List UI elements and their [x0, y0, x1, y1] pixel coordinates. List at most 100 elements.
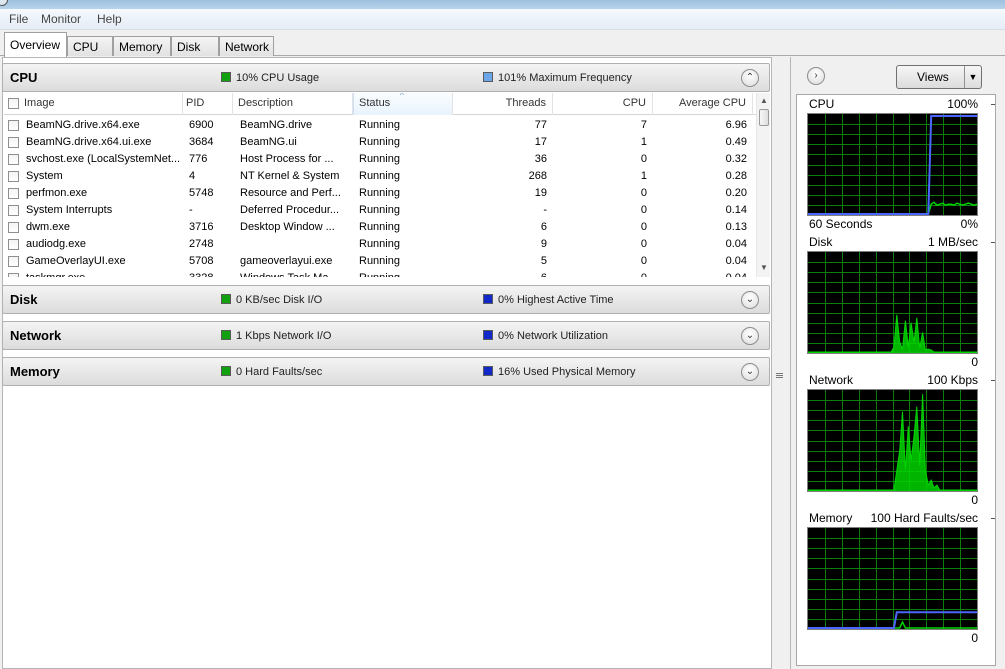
series-area [808, 393, 977, 491]
cell-image: perfmon.exe [26, 187, 88, 199]
series-line [808, 611, 977, 629]
cell-status: Running [359, 238, 400, 250]
stat-text: 0 Hard Faults/sec [236, 366, 323, 378]
expand-chevron-icon[interactable]: ⌄ [741, 291, 759, 309]
cpu-graph [807, 113, 978, 216]
table-row[interactable]: System Interrupts - Deferred Procedur... Ru… [4, 202, 756, 219]
row-checkbox[interactable] [8, 154, 19, 165]
cell-description: Resource and Perf... [240, 187, 341, 199]
pane-splitter[interactable] [772, 57, 788, 669]
table-row[interactable]: audiodg.exe 2748 Running 9 0 0.04 [4, 236, 756, 253]
cell-image: taskmgr.exe [26, 272, 181, 277]
cell-status: Running [359, 272, 449, 277]
cell-pid: 3684 [189, 136, 214, 148]
stat-text: 0% Network Utilization [498, 330, 609, 342]
tab-cpu[interactable]: CPU [67, 36, 113, 56]
cell-cpu: 0 [640, 187, 647, 199]
row-checkbox[interactable] [8, 171, 19, 182]
scroll-thumb[interactable] [759, 109, 769, 126]
splitter-grip-icon [776, 375, 783, 376]
column-label: Average CPU [678, 97, 746, 109]
stat-text: 16% Used Physical Memory [498, 366, 636, 378]
table-row[interactable]: perfmon.exe 5748 Resource and Perf... Runni… [4, 185, 756, 202]
splitter-grip-icon [776, 377, 783, 378]
cpu-frequency-stat: 101% Maximum Frequency [483, 72, 632, 84]
cell-description: Windows Task Ma... [240, 272, 350, 277]
stat-text: 101% Maximum Frequency [498, 72, 632, 84]
disk-section-header[interactable]: Disk 0 KB/sec Disk I/O 0% Highest Active… [2, 285, 770, 314]
views-dropdown-arrow-icon[interactable]: ▼ [964, 66, 981, 88]
menu-help[interactable]: Help [97, 12, 122, 26]
table-row[interactable]: dwm.exe 3716 Desktop Window ... Running 6 0 0.… [4, 219, 756, 236]
stat-text: 0% Highest Active Time [498, 294, 614, 306]
row-checkbox[interactable] [8, 205, 19, 216]
graph-svg [808, 611, 977, 629]
table-row[interactable]: taskmgr.exe 3328 Windows Task Ma... Running… [4, 270, 756, 277]
cell-average-cpu: 6.96 [725, 119, 747, 131]
row-checkbox[interactable] [8, 273, 19, 277]
table-row[interactable]: GameOverlayUI.exe 5708 gameoverlayui.exe Ru… [4, 253, 756, 270]
expand-chevron-icon[interactable]: ⌄ [741, 363, 759, 381]
series-line [808, 201, 977, 215]
column-status[interactable]: ^ Status [353, 93, 453, 115]
cell-pid: 776 [189, 153, 208, 165]
splitter-grip-icon [776, 373, 783, 374]
cell-image: System Interrupts [26, 204, 113, 216]
cpu-section-header[interactable]: CPU 10% CPU Usage 101% Maximum Frequency… [2, 63, 770, 92]
cell-image: dwm.exe [26, 221, 71, 233]
section-title: Memory [10, 364, 60, 379]
tab-memory[interactable]: Memory [113, 36, 171, 56]
network-section-header[interactable]: Network 1 Kbps Network I/O 0% Network Ut… [2, 321, 770, 350]
table-row[interactable]: BeamNG.drive.x64.exe 6900 BeamNG.drive Runn… [4, 117, 756, 134]
column-cpu[interactable]: CPU [553, 93, 653, 115]
row-checkbox[interactable] [8, 137, 19, 148]
row-checkbox[interactable] [8, 120, 19, 131]
disk-graph-min: 0 [971, 355, 978, 369]
row-checkbox[interactable] [8, 222, 19, 233]
table-row[interactable]: svchost.exe (LocalSystemNet... 776 Host Pr… [4, 151, 756, 168]
cell-threads: 77 [534, 119, 547, 131]
cell-description: Desktop Window ... [240, 221, 335, 233]
column-image[interactable]: Image [24, 93, 183, 115]
column-average-cpu[interactable]: Average CPU [653, 93, 753, 115]
cell-pid: 4 [189, 170, 196, 182]
menu-file[interactable]: File [9, 12, 28, 26]
row-checkbox[interactable] [8, 239, 19, 250]
disk-graph [807, 251, 978, 354]
green-swatch-icon [221, 330, 231, 340]
scroll-down-icon[interactable]: ▼ [757, 261, 770, 275]
column-threads[interactable]: Threads [453, 93, 553, 115]
collapse-chevron-icon[interactable]: ⌃ [741, 69, 759, 87]
cpu-graph-title: CPU [809, 97, 835, 111]
scroll-up-icon[interactable]: ▲ [757, 94, 770, 108]
cell-cpu: 7 [640, 119, 647, 131]
column-description[interactable]: Description [236, 93, 353, 115]
table-row[interactable]: BeamNG.drive.x64.ui.exe 3684 BeamNG.ui Runn… [4, 134, 756, 151]
section-title: Disk [10, 292, 38, 307]
menu-monitor[interactable]: Monitor [41, 12, 81, 26]
cell-image: System [26, 170, 63, 182]
tab-disk[interactable]: Disk [171, 36, 219, 56]
column-pid[interactable]: PID [186, 93, 233, 115]
row-checkbox[interactable] [8, 256, 19, 267]
physical-memory-stat: 16% Used Physical Memory [483, 366, 636, 378]
cell-cpu: 0 [553, 272, 647, 277]
tab-network[interactable]: Network [219, 36, 274, 56]
expand-chevron-icon[interactable]: ⌄ [741, 327, 759, 345]
table-scrollbar[interactable]: ▲ ▼ [756, 93, 770, 277]
select-all-checkbox[interactable] [8, 98, 19, 109]
memory-section-header[interactable]: Memory 0 Hard Faults/sec 16% Used Physic… [2, 357, 770, 386]
collapse-panel-chevron-icon[interactable]: › [807, 67, 825, 85]
network-graph-min: 0 [971, 493, 978, 507]
tab-label: Network [225, 40, 270, 54]
sort-ascending-icon: ^ [400, 93, 404, 100]
views-button[interactable]: Views ▼ [896, 65, 982, 89]
tab-label: Memory [119, 40, 163, 54]
cell-status: Running [359, 153, 400, 165]
views-label: Views [917, 70, 949, 84]
tab-overview[interactable]: Overview [4, 32, 67, 57]
table-row[interactable]: System 4 NT Kernel & System Running 268 1 0.28 [4, 168, 756, 185]
window-title-bar [0, 0, 1005, 9]
cell-average-cpu: 0.13 [725, 221, 747, 233]
row-checkbox[interactable] [8, 188, 19, 199]
